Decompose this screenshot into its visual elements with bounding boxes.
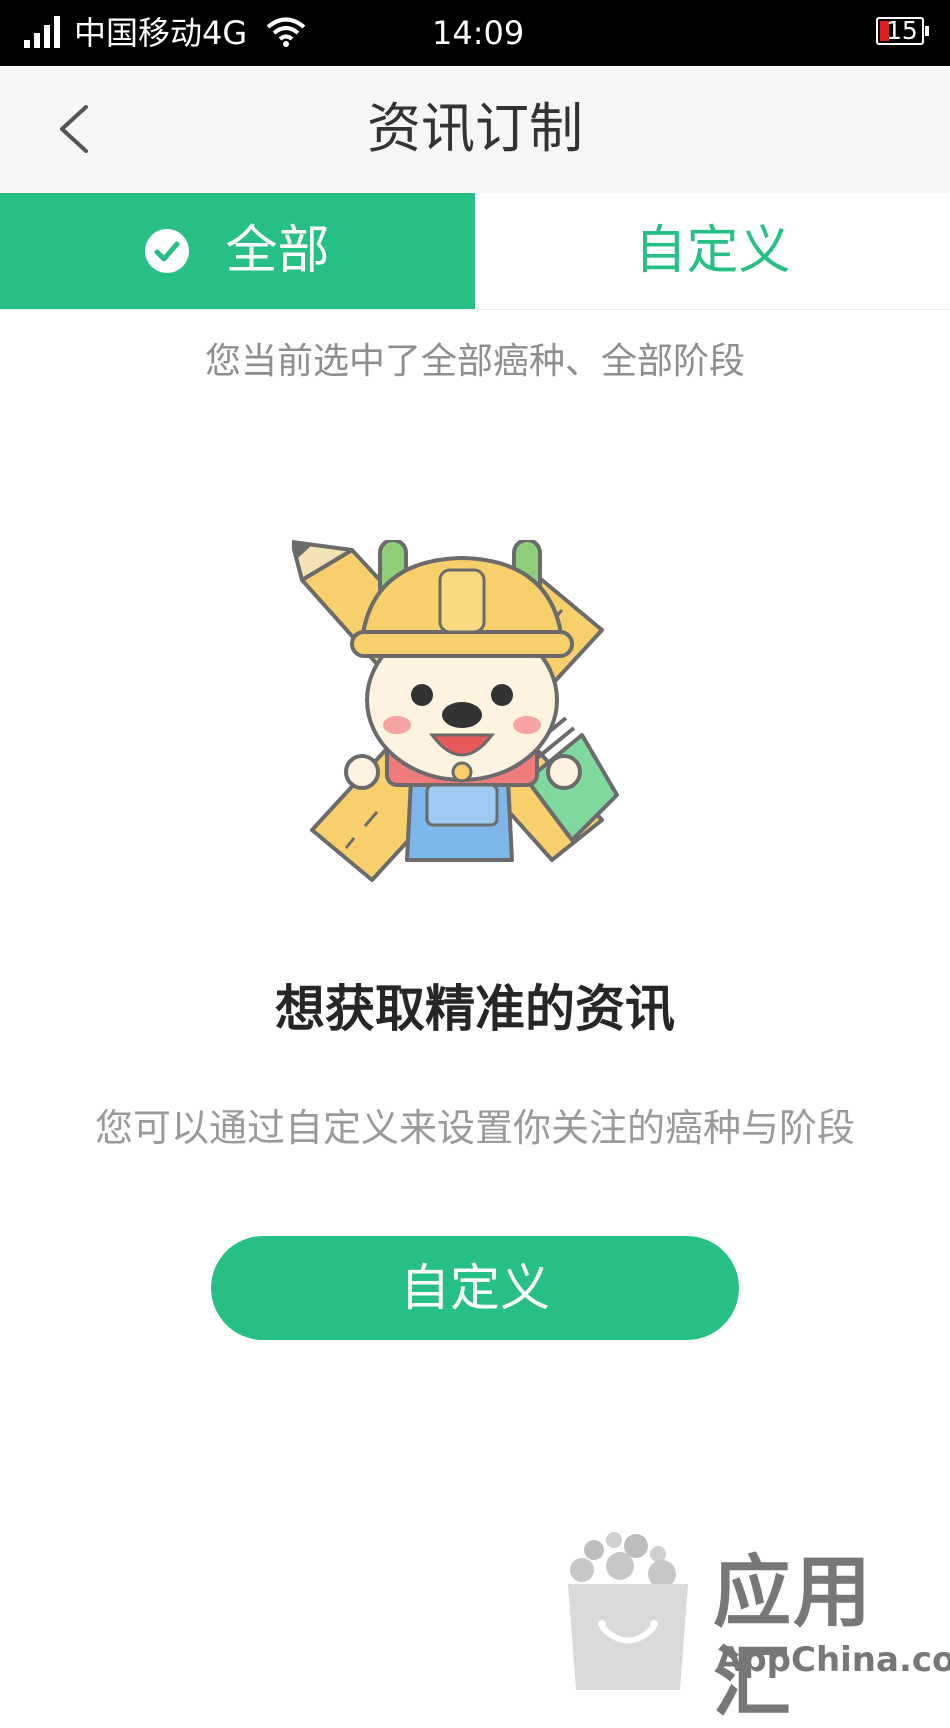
nav-bar: 资讯订制 [0, 66, 950, 194]
check-circle-icon [145, 229, 190, 273]
selection-summary: 您当前选中了全部癌种、全部阶段 [204, 341, 745, 382]
signal-icon [24, 16, 60, 48]
tab-all-label: 全部 [225, 221, 330, 281]
watermark: 应用汇 AppChina.com [558, 1528, 950, 1728]
customize-button[interactable]: 自定义 [211, 1236, 739, 1340]
tab-custom-label: 自定义 [634, 221, 791, 281]
carrier-label: 中国移动4G [74, 14, 248, 52]
watermark-subtitle: AppChina.com [716, 1640, 950, 1680]
tab-bar: 全部 自定义 [0, 193, 950, 310]
battery-tip [925, 26, 929, 36]
page-title: 资讯订制 [367, 97, 583, 160]
battery-level: 15 [886, 16, 918, 45]
tab-custom[interactable]: 自定义 [475, 193, 950, 309]
tab-all[interactable]: 全部 [0, 193, 475, 309]
watermark-title: 应用汇 [713, 1548, 874, 1728]
shopping-bag-icon [568, 1532, 688, 1690]
status-bar: 中国移动4G 14:09 15 [0, 0, 950, 66]
wifi-icon [266, 17, 306, 47]
mascot-illustration [292, 540, 619, 882]
headline: 想获取精准的资讯 [275, 980, 675, 1038]
clock: 14:09 [432, 14, 525, 52]
battery-icon: 15 [876, 16, 924, 45]
description: 您可以通过自定义来设置你关注的癌种与阶段 [94, 1106, 855, 1150]
